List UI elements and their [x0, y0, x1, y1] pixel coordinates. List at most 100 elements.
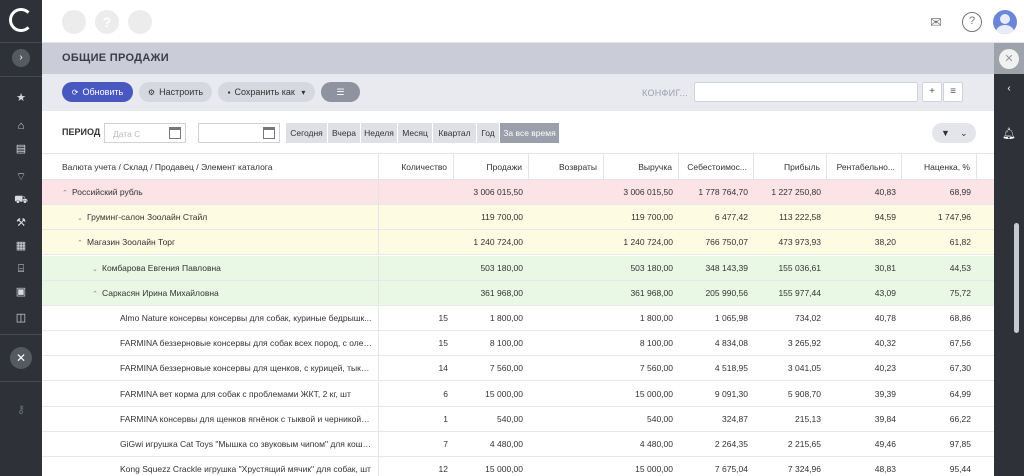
bank-icon[interactable]: ⌸	[13, 261, 29, 277]
avatar-head	[1000, 14, 1010, 24]
refresh-button[interactable]: ⟳ Обновить	[62, 82, 133, 102]
table-row[interactable]: ⌃ Российский рубль 3 006 015,50 3 006 015,5…	[42, 180, 994, 205]
column-header[interactable]: Себестоимос...	[679, 154, 754, 180]
date-from-input[interactable]: Дата С	[104, 123, 186, 143]
cell-revenue: 15 000,00	[635, 388, 673, 399]
box-icon[interactable]: ◫	[13, 310, 29, 326]
store-icon[interactable]: ⌂	[13, 118, 29, 134]
table-row[interactable]: ⌃ Магазин Зоолайн Торг 1 240 724,00 1 240 7…	[42, 230, 994, 256]
collapse-row-icon[interactable]: ⌃	[77, 231, 87, 255]
period-yesterday[interactable]: Вчера	[328, 123, 361, 143]
row-name: Комбарова Евгения Павловна	[102, 262, 221, 273]
period-today[interactable]: Сегодня	[286, 123, 328, 143]
cell-returns	[529, 356, 604, 381]
cell-cost: 9 091,30	[714, 388, 748, 399]
row-name: FARMINA вет корма для собак с проблемами…	[120, 388, 351, 399]
app-logo-icon[interactable]	[9, 8, 33, 32]
cell-rent: 38,20	[874, 237, 896, 248]
config-list-button[interactable]: ≡	[943, 82, 963, 102]
expand-sidebar-icon[interactable]: ›	[12, 49, 30, 67]
nav-circle-button[interactable]	[128, 10, 152, 34]
cell-rent: 94,59	[874, 212, 896, 223]
column-header[interactable]: Валюта учета / Склад / Продавец / Элемен…	[42, 154, 379, 180]
cell-profit: 3 041,05	[787, 363, 821, 374]
star-icon[interactable]: ★	[13, 90, 29, 106]
config-input[interactable]	[694, 82, 918, 102]
calendar-icon[interactable]	[263, 127, 275, 139]
chart-icon[interactable]: ▦	[13, 238, 29, 254]
cell-returns	[529, 432, 604, 457]
column-header[interactable]: Прибыль	[754, 154, 827, 180]
column-header[interactable]: Выручка	[604, 154, 679, 180]
book-icon[interactable]: ▤	[13, 141, 29, 157]
help-circle-icon[interactable]: ?	[95, 10, 119, 34]
bell-icon[interactable]: 🔔︎	[1001, 126, 1017, 142]
truck-icon[interactable]: ⛟	[13, 192, 29, 208]
nav-circle-button[interactable]	[62, 10, 86, 34]
cell-sales: 7 560,00	[489, 363, 523, 374]
mail-icon[interactable]: ✉	[926, 12, 946, 32]
period-month[interactable]: Месяц	[398, 123, 433, 143]
key-icon[interactable]: ⚷	[13, 402, 29, 418]
period-quarter[interactable]: Квартал	[433, 123, 477, 143]
table-row[interactable]: FARMINA беззерновые консервы для собак в…	[42, 331, 994, 357]
cell-returns	[529, 382, 604, 407]
table-row[interactable]: Kong Squezz Crackle игрушка "Хрустящий м…	[42, 457, 994, 476]
column-header[interactable]: Рентабельно...	[827, 154, 902, 180]
calendar-icon[interactable]	[169, 127, 181, 139]
basket-icon[interactable]: ⌔	[13, 169, 29, 185]
add-config-button[interactable]: +	[922, 82, 942, 102]
avatar[interactable]	[993, 10, 1017, 34]
cell-cost: 205 990,56	[705, 287, 748, 298]
period-week[interactable]: Неделя	[361, 123, 398, 143]
table-row[interactable]: FARMINA консервы для щенков ягнёнок с ты…	[42, 406, 994, 432]
cell-revenue: 1 800,00	[639, 313, 673, 323]
table-row[interactable]: Almo Nature консервы консервы для собак,…	[42, 306, 994, 331]
cell-cost: 766 750,07	[705, 237, 748, 248]
expand-row-icon[interactable]: ⌄	[92, 257, 102, 281]
close-sidebar-icon[interactable]: ✕	[10, 347, 32, 369]
tools-icon[interactable]: ⚒	[13, 215, 29, 231]
row-name: Саркасян Ирина Михайловна	[102, 287, 219, 298]
row-name-cell: ⌃ Саркасян Ирина Михайловна	[42, 280, 379, 306]
save-as-button[interactable]: ▪ Сохранить как ▾	[218, 82, 315, 102]
close-icon[interactable]: ✕	[999, 49, 1019, 69]
filter-button[interactable]: ▼ ⌄	[932, 123, 976, 143]
cell-markup: 44,53	[949, 262, 971, 273]
column-header[interactable]: Наценка, %	[902, 154, 977, 180]
wallet-icon[interactable]: ▣	[13, 284, 29, 300]
row-name-cell: FARMINA вет корма для собак с проблемами…	[42, 381, 379, 407]
configure-button[interactable]: ⚙ Настроить	[139, 82, 212, 102]
layout-toggle-button[interactable]: ☰	[321, 82, 360, 102]
collapse-row-icon[interactable]: ⌃	[62, 181, 72, 205]
filter-icon: ▼	[941, 128, 950, 138]
cell-profit: 7 324,96	[787, 464, 821, 475]
cell-returns	[529, 230, 604, 255]
refresh-icon: ⟳	[71, 88, 79, 97]
cell-rent: 40,83	[874, 187, 896, 197]
cell-cost: 7 675,04	[714, 464, 748, 475]
cell-cost: 4 518,95	[714, 363, 748, 374]
column-header[interactable]: Возвраты	[529, 154, 604, 180]
help-icon[interactable]: ?	[962, 12, 982, 32]
table-row[interactable]: ⌄ Комбарова Евгения Павловна 503 180,00 503…	[42, 255, 994, 281]
collapse-row-icon[interactable]: ⌃	[92, 282, 102, 306]
align-icon: ☰	[336, 87, 345, 97]
cell-profit: 113 222,58	[779, 212, 821, 223]
table-scrollbar[interactable]	[1014, 223, 1019, 333]
column-header[interactable]: Продажи	[454, 154, 529, 180]
table-row[interactable]: ⌃ Саркасян Ирина Михайловна 361 968,00 361 …	[42, 280, 994, 306]
cell-markup: 68,99	[949, 187, 971, 197]
period-all-time[interactable]: За все время	[500, 123, 560, 143]
table-row[interactable]: FARMINA беззерновые консервы для щенков,…	[42, 356, 994, 382]
expand-row-icon[interactable]: ⌄	[77, 206, 87, 230]
table-row[interactable]: GiGwi игрушка Cat Toys "Мышка со звуковы…	[42, 432, 994, 457]
left-sidebar: › ★ ⌂ ▤ ⌔ ⛟ ⚒ ▦ ⌸ ▣ ◫ ✕ ⚷	[0, 0, 42, 476]
table-row[interactable]: ⌄ Груминг-салон Зоолайн Стайл 119 700,00 11…	[42, 205, 994, 231]
cell-rent: 39,39	[874, 388, 896, 399]
period-year[interactable]: Год	[477, 123, 500, 143]
date-to-input[interactable]	[198, 123, 280, 143]
table-row[interactable]: FARMINA вет корма для собак с проблемами…	[42, 381, 994, 407]
column-header[interactable]: Количество	[379, 154, 454, 180]
chevron-left-icon[interactable]: ‹	[1001, 81, 1017, 97]
